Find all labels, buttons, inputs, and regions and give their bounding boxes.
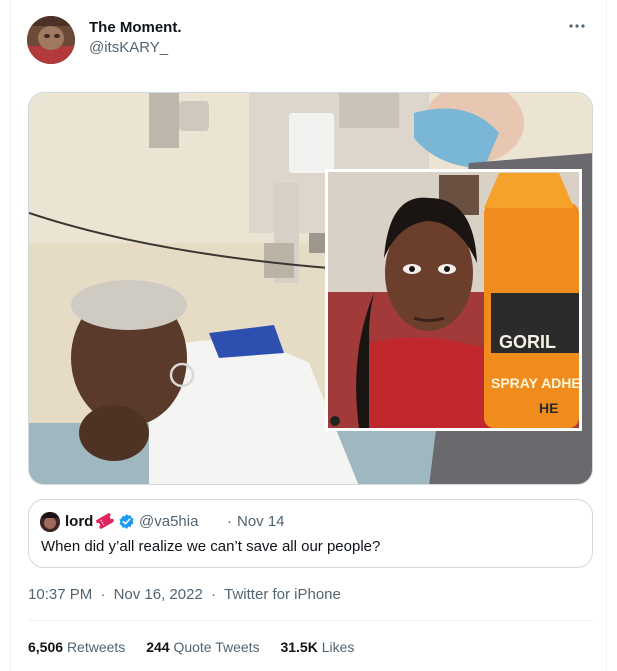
- tweet-source[interactable]: Twitter for iPhone: [224, 586, 341, 603]
- quoted-separator: ·: [227, 513, 232, 530]
- ticket-emoji-icon: [95, 512, 115, 530]
- quoted-tweet[interactable]: lord @va5hia · Nov 14 When did y’all rea…: [28, 499, 593, 568]
- tweet-stats: 6,506 Retweets 244 Quote Tweets 31.5K Li…: [28, 639, 371, 655]
- retweets-stat[interactable]: 6,506 Retweets: [28, 639, 125, 655]
- tweet-date[interactable]: Nov 16, 2022: [114, 586, 203, 603]
- likes-count: 31.5K: [280, 639, 318, 655]
- quoted-text: When did y’all realize we can’t save all…: [41, 538, 381, 555]
- author-avatar[interactable]: [27, 16, 75, 64]
- likes-label: Likes: [321, 639, 355, 655]
- meta-separator: ·: [210, 586, 216, 603]
- likes-stat[interactable]: 31.5K Likes: [280, 639, 354, 655]
- author-handle[interactable]: @itsKARY_: [89, 39, 168, 56]
- quoted-author-handle[interactable]: @va5hia: [139, 513, 198, 530]
- meta-separator: ·: [100, 586, 106, 603]
- quote-tweets-label: Quote Tweets: [173, 639, 260, 655]
- quote-tweets-count: 244: [146, 639, 170, 655]
- tweet-time[interactable]: 10:37 PM: [28, 586, 92, 603]
- inset-label-spray: SPRAY ADHE: [491, 375, 581, 391]
- more-horizontal-icon: [569, 24, 585, 28]
- inset-label-he: HE: [539, 400, 558, 416]
- tweet-card: The Moment. @itsKARY_ GORIL SPRAY ADHE H…: [10, 0, 607, 671]
- tweet-meta: 10:37 PM · Nov 16, 2022 · Twitter for iP…: [28, 586, 341, 603]
- tweet-media-photo[interactable]: GORIL SPRAY ADHE HE: [28, 92, 593, 485]
- author-name[interactable]: The Moment.: [89, 19, 182, 36]
- more-options-button[interactable]: [562, 14, 592, 38]
- retweets-count: 6,506: [28, 639, 64, 655]
- quoted-date[interactable]: Nov 14: [237, 513, 285, 530]
- retweets-label: Retweets: [66, 639, 126, 655]
- quoted-author-avatar[interactable]: [40, 512, 60, 532]
- quote-tweets-stat[interactable]: 244 Quote Tweets: [146, 639, 259, 655]
- quoted-author-name[interactable]: lord: [65, 513, 93, 530]
- verified-badge-icon: [118, 513, 135, 530]
- inset-label-gorilla: GORIL: [499, 332, 556, 352]
- divider: [28, 620, 593, 621]
